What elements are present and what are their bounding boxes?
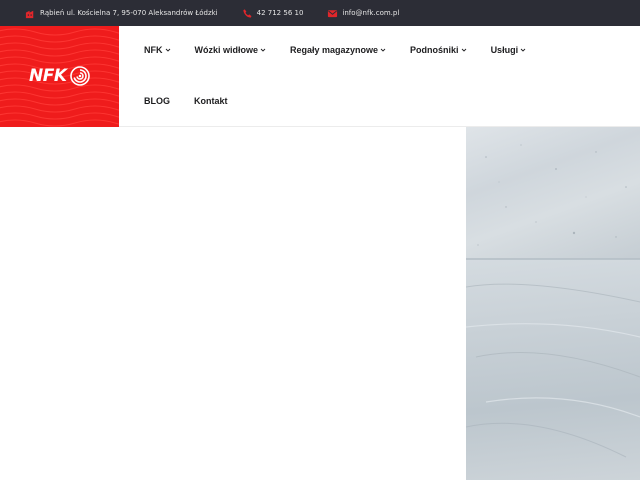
nav-item-blog[interactable]: BLOG xyxy=(144,96,170,106)
nav-row-primary: NFK Wózki widłowe Regały magazynowe Podn… xyxy=(144,45,550,55)
address-text: Rąbień ul. Kościelna 7, 95-070 Aleksandr… xyxy=(40,9,218,17)
chevron-down-icon xyxy=(260,47,266,53)
hero-image xyxy=(466,127,640,480)
logo-link[interactable]: NFK xyxy=(0,26,119,127)
building-icon xyxy=(25,8,36,19)
nav-item-kontakt[interactable]: Kontakt xyxy=(194,96,228,106)
chevron-down-icon xyxy=(380,47,386,53)
logo-swirl-icon xyxy=(69,66,90,86)
phone-link[interactable]: 42 712 56 10 xyxy=(257,9,304,17)
nav-item-podnosniki[interactable]: Podnośniki xyxy=(410,45,467,55)
envelope-icon xyxy=(327,8,338,19)
site-header: NFK NFK Wózki widłowe Regały magazynowe xyxy=(0,26,640,127)
nav-item-nfk[interactable]: NFK xyxy=(144,45,171,55)
email-link[interactable]: info@nfk.com.pl xyxy=(342,9,399,17)
chevron-down-icon xyxy=(461,47,467,53)
nav-item-wozki-widlowe[interactable]: Wózki widłowe xyxy=(195,45,267,55)
logo-text: NFK xyxy=(29,66,67,86)
nav-row-secondary: BLOG Kontakt xyxy=(144,96,252,106)
logo: NFK xyxy=(29,64,91,88)
chevron-down-icon xyxy=(165,47,171,53)
main-navigation: NFK Wózki widłowe Regały magazynowe Podn… xyxy=(144,26,624,127)
contact-phone[interactable]: 42 712 56 10 xyxy=(242,8,304,19)
hero-image-texture xyxy=(466,144,640,458)
top-contact-bar: Rąbień ul. Kościelna 7, 95-070 Aleksandr… xyxy=(0,0,640,26)
contact-address: Rąbień ul. Kościelna 7, 95-070 Aleksandr… xyxy=(25,8,218,19)
phone-icon xyxy=(242,8,253,19)
nav-item-regaly-magazynowe[interactable]: Regały magazynowe xyxy=(290,45,386,55)
nav-item-uslugi[interactable]: Usługi xyxy=(491,45,527,55)
contact-email[interactable]: info@nfk.com.pl xyxy=(327,8,399,19)
chevron-down-icon xyxy=(520,47,526,53)
